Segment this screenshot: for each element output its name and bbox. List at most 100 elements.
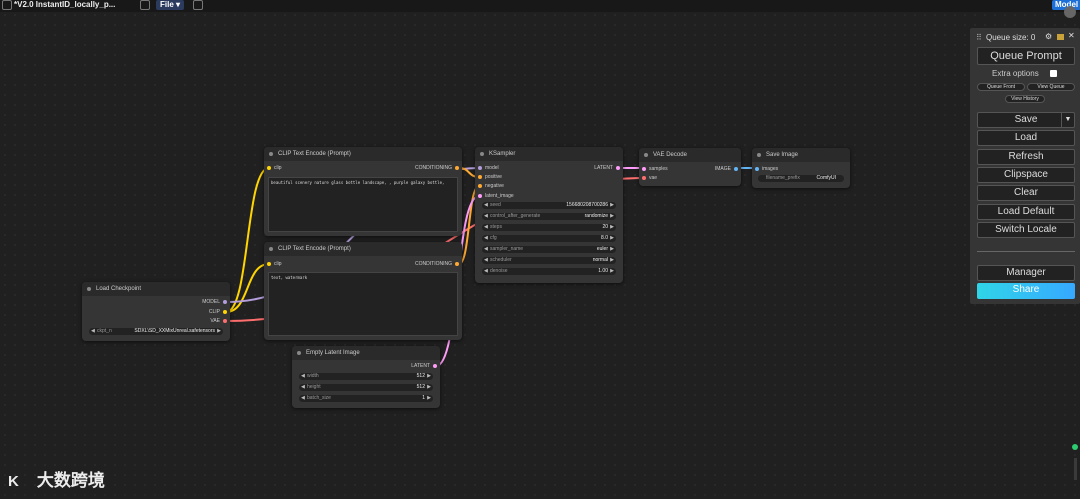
queue-prompt-button[interactable]: Queue Prompt: [977, 47, 1075, 65]
arrow-left-icon[interactable]: ◀: [484, 257, 488, 264]
filename-prefix-widget[interactable]: filename_prefix ComfyUI: [758, 175, 844, 182]
arrow-right-icon[interactable]: ▶: [427, 384, 431, 391]
output-dot[interactable]: [433, 364, 437, 368]
input-dot-latent-image[interactable]: [478, 194, 482, 198]
widget-label: height: [307, 384, 321, 390]
batch-size-widget[interactable]: ◀ batch_size 1 ▶: [299, 395, 433, 402]
arrow-right-icon[interactable]: ▶: [610, 268, 614, 275]
arrow-right-icon[interactable]: ▶: [610, 213, 614, 220]
drag-handle-icon[interactable]: ⠿: [976, 33, 982, 42]
widget-value: SDXL\SD_XXMixUnreal.safetensors: [134, 328, 215, 334]
widget-label: cfg: [490, 235, 497, 241]
output-label: LATENT: [411, 363, 430, 369]
widget-value: 1.00: [598, 268, 608, 274]
input-dot-vae[interactable]: [642, 176, 646, 180]
output-dot-clip[interactable]: [223, 310, 227, 314]
arrow-right-icon[interactable]: ▶: [610, 257, 614, 264]
arrow-right-icon[interactable]: ▶: [610, 202, 614, 209]
save-button[interactable]: Save ▼: [977, 112, 1075, 128]
widget-value: 512: [416, 373, 425, 379]
widget-label: steps: [490, 224, 502, 230]
close-icon[interactable]: ✕: [1068, 31, 1075, 40]
empty-latent-image-node[interactable]: Empty Latent Image LATENT ◀ width 512 ▶ ◀ he…: [292, 346, 440, 408]
gear-icon[interactable]: ⚙: [1045, 32, 1052, 41]
scheduler-widget[interactable]: ◀ scheduler normal ▶: [482, 257, 616, 264]
load-checkpoint-node[interactable]: Load Checkpoint MODEL CLIP VAE ◀ ckpt_n SD…: [82, 282, 230, 341]
save-image-node[interactable]: Save Image images filename_prefix ComfyUI: [752, 148, 850, 188]
height-widget[interactable]: ◀ height 512 ▶: [299, 384, 433, 391]
steps-widget[interactable]: ◀ steps 20 ▶: [482, 224, 616, 231]
widget-value: normal: [592, 257, 608, 263]
view-queue-button[interactable]: View Queue: [1027, 83, 1075, 91]
arrow-right-icon[interactable]: ▶: [217, 328, 221, 335]
refresh-button[interactable]: Refresh: [977, 149, 1075, 165]
share-button[interactable]: Share: [977, 283, 1075, 299]
width-widget[interactable]: ◀ width 512 ▶: [299, 373, 433, 380]
progress-indicator: [1074, 458, 1077, 480]
queue-front-button[interactable]: Queue Front: [977, 83, 1025, 91]
switch-locale-button[interactable]: Switch Locale: [977, 222, 1075, 238]
node-title[interactable]: CLIP Text Encode (Prompt): [264, 147, 462, 161]
arrow-right-icon[interactable]: ▶: [610, 235, 614, 242]
prompt-textarea[interactable]: beautiful scenery nature glass bottle la…: [268, 177, 458, 232]
output-dot-vae[interactable]: [223, 319, 227, 323]
arrow-right-icon[interactable]: ▶: [427, 373, 431, 380]
view-history-button[interactable]: View History: [1005, 95, 1045, 103]
arrow-left-icon[interactable]: ◀: [301, 373, 305, 380]
input-dot-samples[interactable]: [642, 167, 646, 171]
manager-button[interactable]: Manager: [977, 265, 1075, 281]
widget-label: seed: [490, 202, 501, 208]
sampler-name-widget[interactable]: ◀ sampler_name euler ▶: [482, 246, 616, 253]
output-dot-model[interactable]: [223, 300, 227, 304]
denoise-widget[interactable]: ◀ denoise 1.00 ▶: [482, 268, 616, 275]
arrow-left-icon[interactable]: ◀: [301, 395, 305, 402]
arrow-right-icon[interactable]: ▶: [610, 224, 614, 231]
node-title[interactable]: Save Image: [752, 148, 850, 162]
output-dot[interactable]: [734, 167, 738, 171]
output-dot[interactable]: [455, 262, 459, 266]
prompt-textarea[interactable]: text, watermark: [268, 272, 458, 336]
clip-text-encode-node-positive[interactable]: CLIP Text Encode (Prompt) clip CONDITION…: [264, 147, 462, 236]
arrow-left-icon[interactable]: ◀: [484, 224, 488, 231]
input-dot-positive[interactable]: [478, 175, 482, 179]
clear-button[interactable]: Clear: [977, 185, 1075, 201]
ckpt-name-widget[interactable]: ◀ ckpt_n SDXL\SD_XXMixUnreal.safetensors ▶: [89, 328, 223, 335]
arrow-left-icon[interactable]: ◀: [484, 268, 488, 275]
dropdown-arrow-icon[interactable]: ▼: [1061, 113, 1074, 127]
widget-label: filename_prefix: [766, 175, 800, 181]
node-title[interactable]: CLIP Text Encode (Prompt): [264, 242, 462, 256]
watermark-label: 大数跨境: [36, 471, 105, 490]
extra-options-checkbox[interactable]: [1050, 70, 1057, 77]
clipspace-button[interactable]: Clipspace: [977, 167, 1075, 183]
arrow-left-icon[interactable]: ◀: [484, 213, 488, 220]
arrow-right-icon[interactable]: ▶: [427, 395, 431, 402]
arrow-left-icon[interactable]: ◀: [484, 235, 488, 242]
input-dot[interactable]: [267, 262, 271, 266]
node-title[interactable]: VAE Decode: [639, 148, 741, 162]
image-icon[interactable]: [1057, 34, 1064, 40]
load-default-button[interactable]: Load Default: [977, 204, 1075, 220]
arrow-left-icon[interactable]: ◀: [301, 384, 305, 391]
cfg-widget[interactable]: ◀ cfg 8.0 ▶: [482, 235, 616, 242]
control-after-generate-widget[interactable]: ◀ control_after_generate randomize ▶: [482, 213, 616, 220]
arrow-right-icon[interactable]: ▶: [610, 246, 614, 253]
clip-text-encode-node-negative[interactable]: CLIP Text Encode (Prompt) clip CONDITION…: [264, 242, 462, 340]
vae-decode-node[interactable]: VAE Decode samples vae IMAGE: [639, 148, 741, 186]
queue-size-label: Queue size: 0: [986, 33, 1036, 42]
arrow-left-icon[interactable]: ◀: [484, 202, 488, 209]
input-label-vae: vae: [649, 175, 658, 181]
output-dot[interactable]: [455, 166, 459, 170]
input-dot[interactable]: [267, 166, 271, 170]
input-dot-images[interactable]: [755, 167, 759, 171]
node-title[interactable]: KSampler: [475, 147, 623, 161]
output-dot[interactable]: [616, 166, 620, 170]
ksampler-node[interactable]: KSampler model positive negative latent_…: [475, 147, 623, 283]
seed-widget[interactable]: ◀ seed 156680208700286 ▶: [482, 202, 616, 209]
load-button[interactable]: Load: [977, 130, 1075, 146]
node-title[interactable]: Empty Latent Image: [292, 346, 440, 360]
input-dot-model[interactable]: [478, 166, 482, 170]
node-title[interactable]: Load Checkpoint: [82, 282, 230, 296]
input-dot-negative[interactable]: [478, 184, 482, 188]
arrow-left-icon[interactable]: ◀: [484, 246, 488, 253]
arrow-left-icon[interactable]: ◀: [91, 328, 95, 335]
